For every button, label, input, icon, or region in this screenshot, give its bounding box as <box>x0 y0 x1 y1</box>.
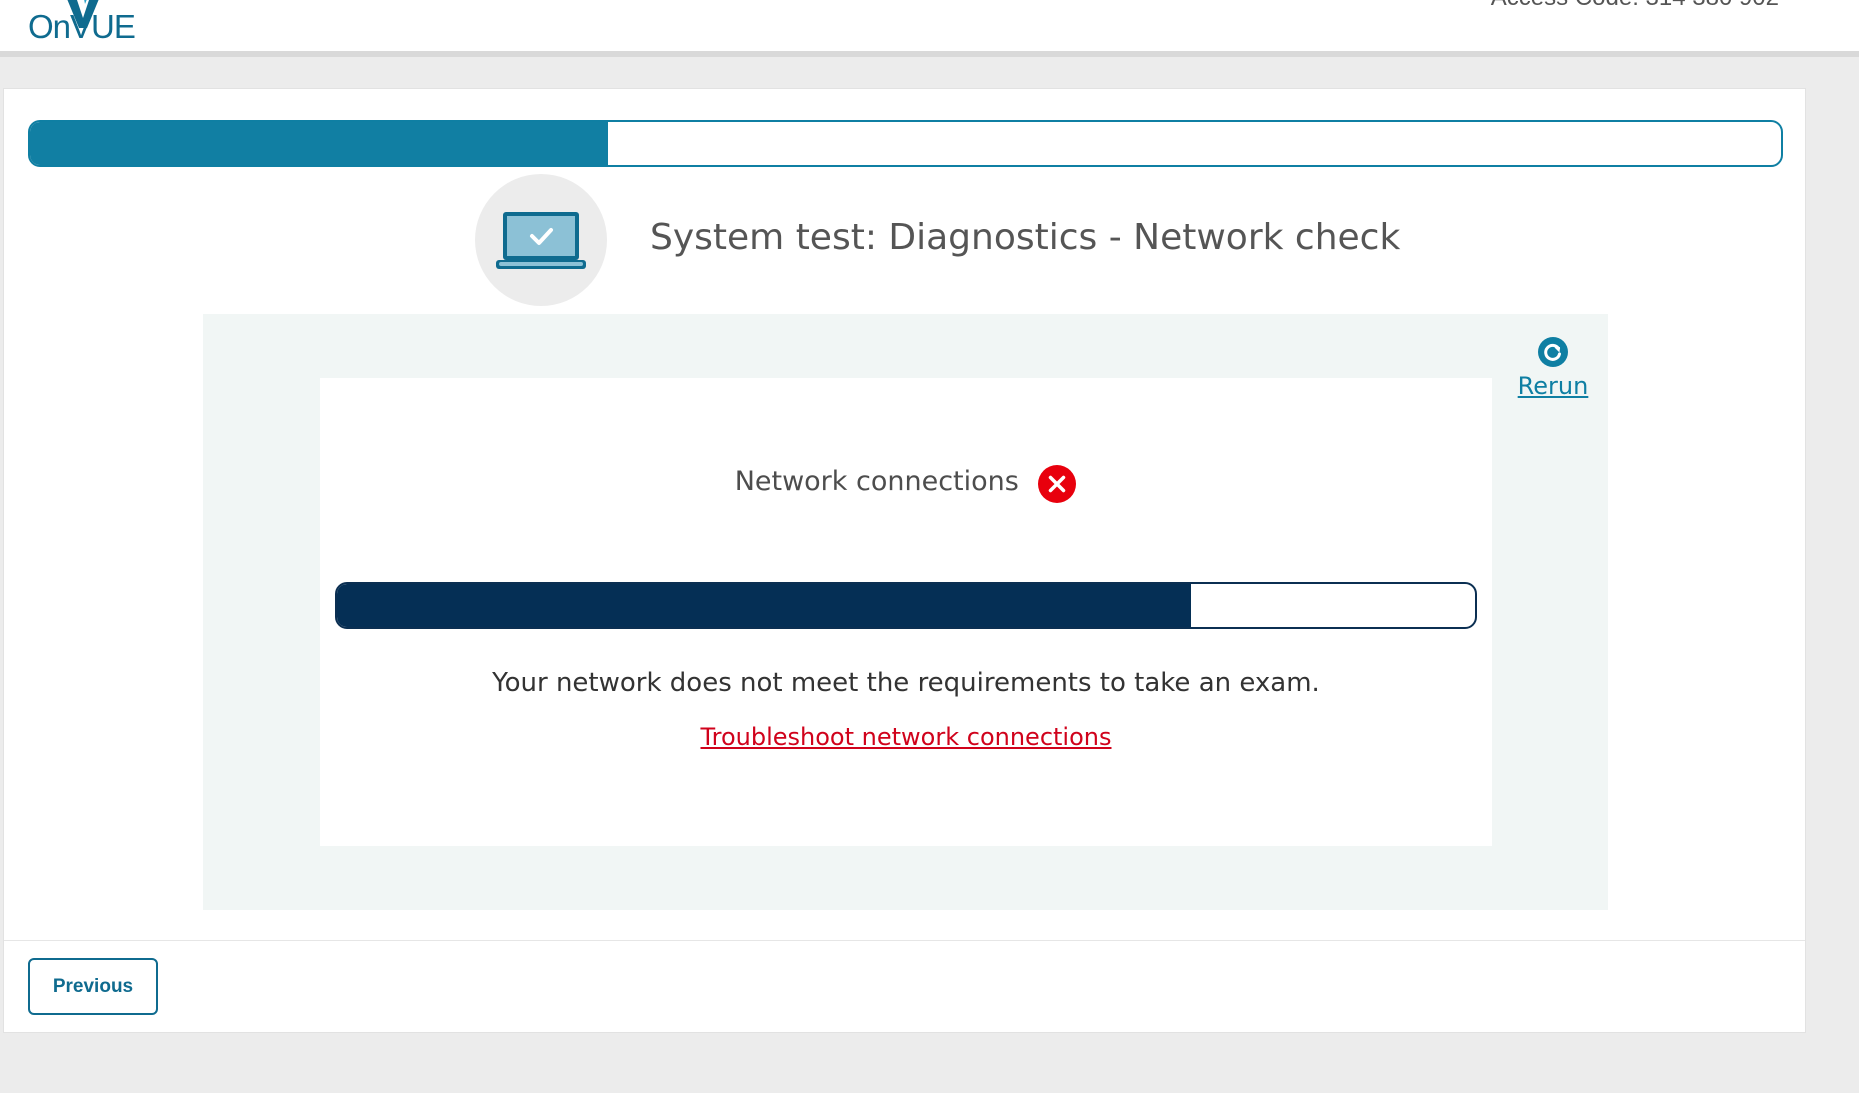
overall-progress-bar <box>28 120 1783 167</box>
overall-progress-fill <box>30 122 608 165</box>
step-icon-badge <box>475 174 607 306</box>
previous-button[interactable]: Previous <box>28 958 158 1015</box>
troubleshoot-link[interactable]: Troubleshoot network connections <box>320 723 1492 751</box>
diagnostics-panel: Rerun Network connections Your network d… <box>203 314 1608 910</box>
network-result-box: Network connections Your network does no… <box>320 378 1492 846</box>
system-test-card: System test: Diagnostics - Network check… <box>3 88 1806 1033</box>
rerun-label[interactable]: Rerun <box>1513 372 1593 400</box>
access-code: Access Code: 314 380 902 <box>1491 0 1779 12</box>
rerun-button[interactable]: Rerun <box>1513 336 1593 400</box>
laptop-check-icon <box>496 212 586 269</box>
check-label: Network connections <box>734 465 1019 497</box>
footer-divider <box>4 940 1805 941</box>
network-progress-fill <box>337 584 1191 627</box>
result-message: Your network does not meet the requireme… <box>492 668 1320 698</box>
onvue-logo: OnVUE <box>28 0 148 54</box>
refresh-icon <box>1538 337 1568 367</box>
app-header: OnVUE Access Code: 314 380 902 <box>0 0 1859 57</box>
network-progress-bar <box>335 582 1477 629</box>
check-header: Network connections <box>320 458 1492 504</box>
step-title: System test: Diagnostics - Network check <box>650 217 1401 258</box>
logo-text: OnVUE <box>28 8 136 45</box>
error-x-icon <box>1038 465 1077 503</box>
